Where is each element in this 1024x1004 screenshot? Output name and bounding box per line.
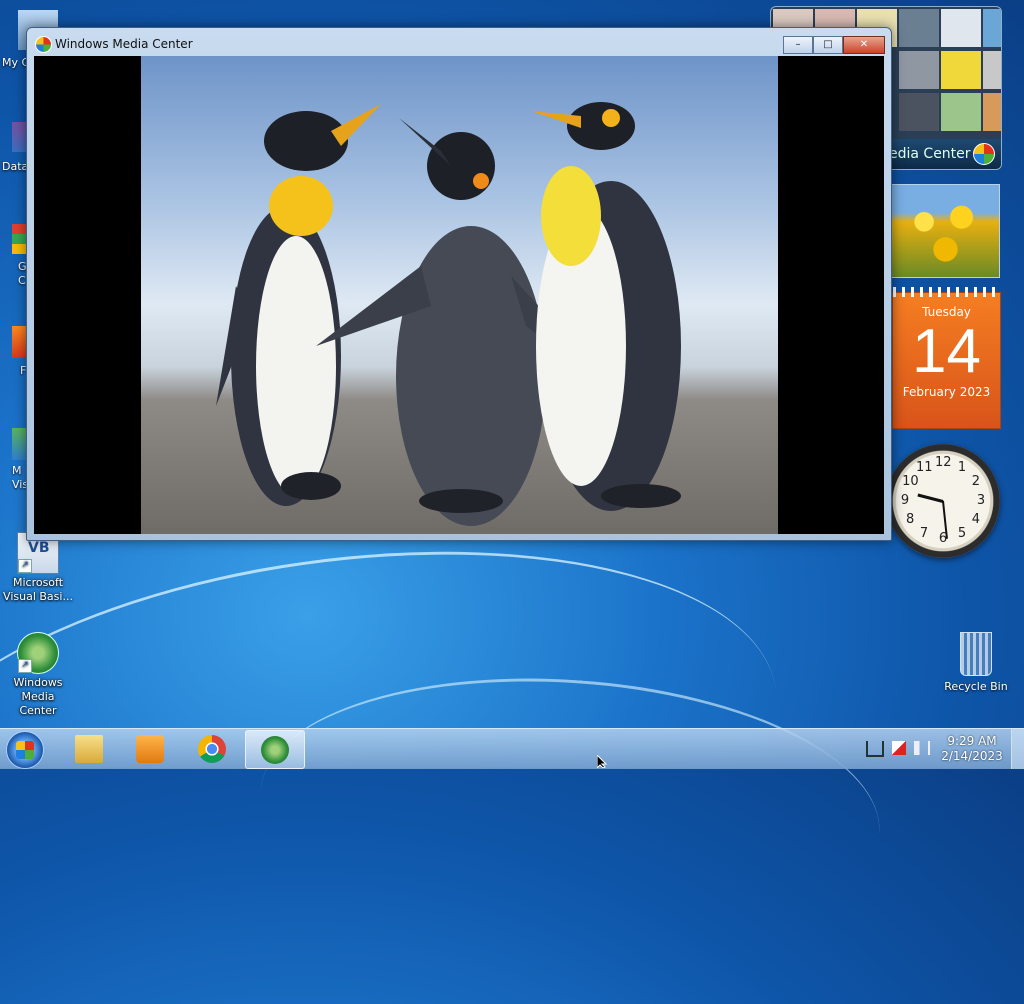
recycle-bin-icon: [960, 632, 992, 676]
gadget-tile: [899, 9, 939, 47]
media-viewport[interactable]: [34, 56, 884, 534]
database-icon: [12, 122, 26, 152]
close-button[interactable]: ✕: [843, 36, 885, 54]
desktop-icon-windows-media-center[interactable]: ↗ Windows Media Center: [2, 632, 74, 718]
desktop-icon-label: Microsoft Visual Basi...: [3, 576, 73, 603]
clock-hour-hand: [917, 493, 944, 503]
clock-number: 7: [919, 525, 929, 541]
taskbar-time: 9:29 AM: [947, 734, 997, 748]
desktop-icon-visual-studio[interactable]: M Vis: [0, 428, 28, 492]
penguins-photo: [141, 56, 778, 534]
shortcut-arrow-icon: ↗: [18, 559, 32, 573]
gadget-tile: [983, 51, 1001, 89]
clock-number: 1: [957, 460, 967, 476]
gadget-tile: [899, 51, 939, 89]
volume-icon[interactable]: [914, 741, 930, 755]
chrome-icon: [12, 224, 26, 254]
show-desktop-button[interactable]: [1011, 729, 1024, 769]
vb-badge: VB: [28, 540, 50, 556]
desktop-icon-database[interactable]: Data: [0, 122, 28, 173]
gadget-tile: [941, 93, 981, 131]
taskbar-clock[interactable]: 9:29 AM 2/14/2023: [930, 734, 1014, 764]
desktop-icon-chrome[interactable]: G C: [0, 224, 27, 288]
clock-number: 12: [935, 455, 952, 470]
windows-media-center-icon: ↗: [17, 632, 59, 674]
taskbar-file-explorer[interactable]: [60, 730, 118, 767]
desktop-icon-firefox[interactable]: F: [0, 326, 26, 377]
action-center-flag-icon[interactable]: [892, 741, 906, 755]
media-center-window[interactable]: Windows Media Center – □ ✕: [26, 27, 892, 541]
clock-number: 6: [938, 531, 948, 546]
network-icon[interactable]: [866, 741, 884, 757]
gadget-tile: [941, 51, 981, 89]
taskbar-windows-media-player[interactable]: [121, 730, 179, 767]
clock-number: 9: [900, 493, 910, 508]
desktop-icon-recycle-bin[interactable]: Recycle Bin: [940, 632, 1012, 693]
taskbar-google-chrome[interactable]: [183, 730, 241, 767]
gadget-tile: [983, 9, 1001, 47]
calendar-gadget[interactable]: Tuesday 14 February 2023: [892, 287, 1001, 429]
clock-number: 5: [957, 525, 967, 541]
clock-number: 8: [905, 512, 915, 527]
visual-studio-icon: [12, 428, 26, 460]
minimize-button[interactable]: –: [783, 36, 813, 54]
system-tray: [866, 741, 930, 757]
windows-media-center-icon: [35, 36, 52, 53]
slideshow-gadget-tulips[interactable]: [891, 184, 1000, 278]
penguins-illustration: [216, 102, 681, 526]
clock-number: 2: [971, 474, 981, 489]
window-controls: – □ ✕: [783, 36, 885, 54]
start-button[interactable]: [6, 731, 44, 769]
windows-orb-icon: [973, 143, 995, 165]
taskbar-date: 2/14/2023: [941, 749, 1003, 763]
gadget-tile: [899, 93, 939, 131]
gadget-tile: [941, 9, 981, 47]
desktop-icon-label: Data: [2, 160, 29, 173]
maximize-button[interactable]: □: [813, 36, 843, 54]
chrome-icon: [198, 735, 226, 763]
windows-media-center-icon: [261, 736, 289, 764]
windows-logo-icon: [16, 741, 34, 759]
mouse-cursor-icon: [597, 755, 608, 768]
desktop-icon-visual-basic[interactable]: VB ↗ Microsoft Visual Basi...: [2, 532, 74, 604]
calendar-rings: [893, 287, 1000, 297]
clock-gadget[interactable]: 12 1 2 3 4 5 6 7 8 9 10 11: [886, 444, 1000, 558]
clock-number: 3: [976, 493, 986, 508]
window-title: Windows Media Center: [55, 37, 193, 51]
calendar-day: 14: [912, 317, 981, 386]
gadget-tile: [983, 93, 1001, 131]
taskbar: 9:29 AM 2/14/2023: [0, 728, 1024, 769]
clock-number: 4: [971, 512, 981, 527]
calendar-month-year: February 2023: [902, 385, 991, 399]
folder-icon: [75, 735, 103, 763]
desktop-icon-label: Windows Media Center: [13, 676, 63, 717]
firefox-icon: [12, 326, 26, 358]
media-center-gadget-label: edia Center: [889, 146, 971, 162]
desktop-icon-label: Recycle Bin: [944, 680, 1008, 693]
clock-number: 10: [902, 474, 919, 489]
media-player-icon: [136, 735, 164, 763]
taskbar-windows-media-center[interactable]: [245, 730, 305, 769]
shortcut-arrow-icon: ↗: [18, 659, 32, 673]
clock-number: 11: [916, 460, 933, 476]
